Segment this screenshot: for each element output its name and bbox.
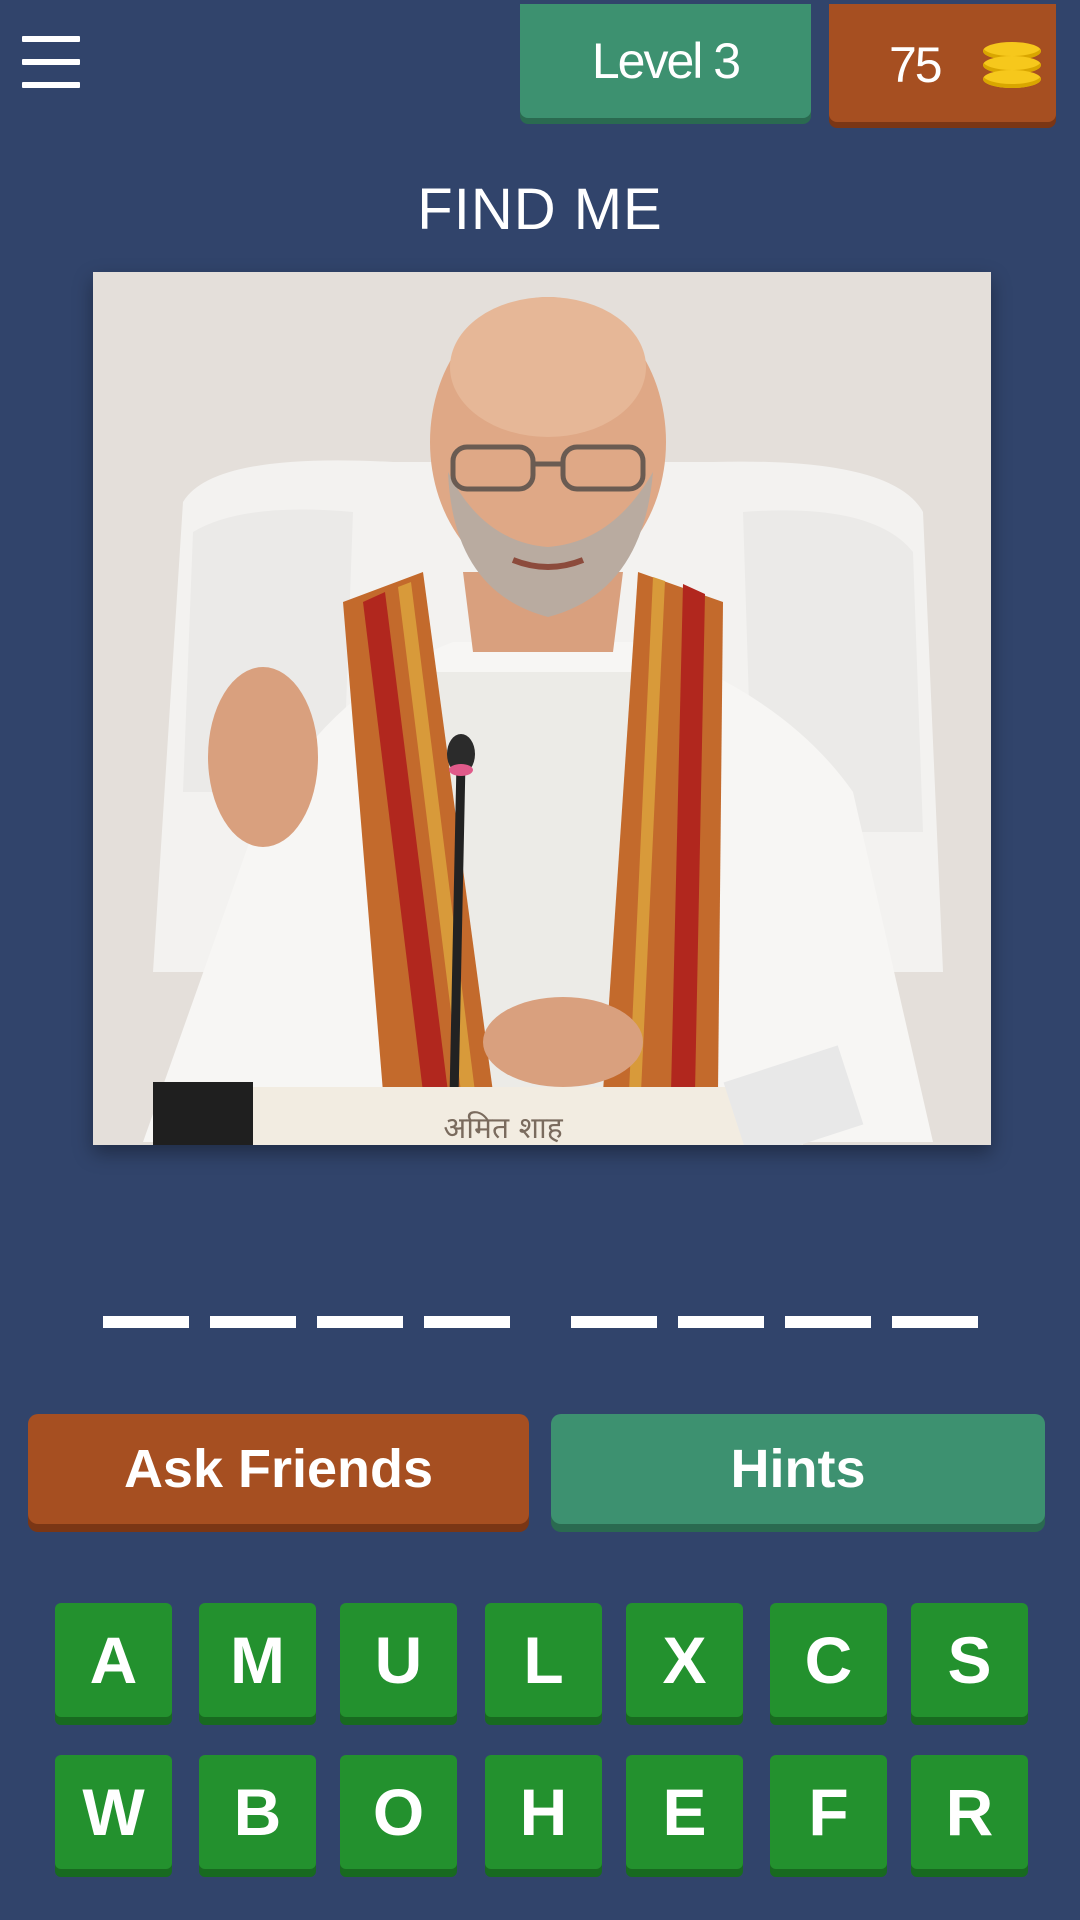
ask-friends-button[interactable]: Ask Friends xyxy=(28,1414,529,1524)
letter-key[interactable]: A xyxy=(55,1603,172,1717)
coins-badge[interactable]: 75 xyxy=(829,4,1056,122)
ask-friends-label: Ask Friends xyxy=(123,1439,434,1499)
letter-key[interactable]: F xyxy=(770,1755,887,1869)
nameplate-text: अमित शाह xyxy=(443,1111,563,1145)
letter-key[interactable]: R xyxy=(911,1755,1028,1869)
letter-key[interactable]: M xyxy=(199,1603,316,1717)
hamburger-menu-icon xyxy=(22,59,80,65)
hamburger-menu-icon xyxy=(22,36,80,42)
letter-key[interactable]: O xyxy=(340,1755,457,1869)
hints-button[interactable]: Hints xyxy=(551,1414,1045,1524)
letter-key[interactable]: H xyxy=(485,1755,602,1869)
level-label: Level 3 xyxy=(591,33,741,89)
letter-key[interactable]: C xyxy=(770,1603,887,1717)
answer-slot[interactable] xyxy=(892,1316,978,1328)
letter-key[interactable]: W xyxy=(55,1755,172,1869)
letter-key[interactable]: B xyxy=(199,1755,316,1869)
answer-slot[interactable] xyxy=(571,1316,657,1328)
answer-slot[interactable] xyxy=(785,1316,871,1328)
coin-count: 75 xyxy=(889,37,943,93)
answer-slots xyxy=(0,1316,1080,1328)
answer-slot[interactable] xyxy=(210,1316,296,1328)
answer-slot[interactable] xyxy=(317,1316,403,1328)
level-badge: Level 3 xyxy=(520,4,811,118)
hints-label: Hints xyxy=(730,1439,866,1499)
letter-key[interactable]: U xyxy=(340,1603,457,1717)
letter-key[interactable]: X xyxy=(626,1603,743,1717)
answer-slot[interactable] xyxy=(103,1316,189,1328)
puzzle-title: FIND ME xyxy=(417,177,663,242)
letter-key[interactable]: E xyxy=(626,1755,743,1869)
hamburger-menu-icon xyxy=(22,82,80,88)
letter-key[interactable]: S xyxy=(911,1603,1028,1717)
answer-slot[interactable] xyxy=(678,1316,764,1328)
answer-slot[interactable] xyxy=(424,1316,510,1328)
puzzle-photo: अमित शाह xyxy=(93,272,991,1145)
coin-stack-icon xyxy=(983,42,1041,96)
letter-key[interactable]: L xyxy=(485,1603,602,1717)
menu-button[interactable] xyxy=(20,36,84,92)
